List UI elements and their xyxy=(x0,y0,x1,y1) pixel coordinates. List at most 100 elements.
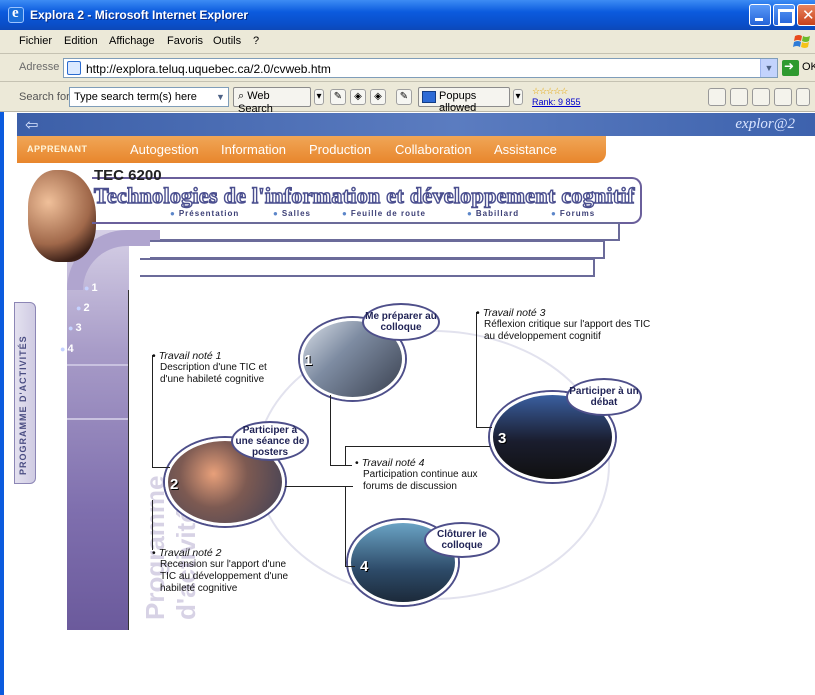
activity-3-bubble[interactable]: Participer à un débat xyxy=(566,378,642,416)
connector-line xyxy=(345,486,346,566)
programme-activites-tab[interactable]: PROGRAMME D'ACTIVITÉS xyxy=(14,302,36,484)
nav-autogestion[interactable]: Autogestion xyxy=(130,142,199,157)
submenu-babillard[interactable]: Babillard xyxy=(467,209,519,218)
activity-1-number: 1 xyxy=(304,352,313,369)
tool-icon[interactable]: ◈ xyxy=(370,89,386,105)
connector-line xyxy=(345,446,346,466)
toolbar-globe-icon[interactable] xyxy=(730,88,748,106)
search-input[interactable]: Type search term(s) here ▼ xyxy=(69,87,229,107)
activity-4-bubble[interactable]: Clôturer le colloque xyxy=(424,522,500,558)
toolbar-help-icon[interactable] xyxy=(796,88,810,106)
submenu-forums[interactable]: Forums xyxy=(551,209,595,218)
sidebar-item-1[interactable]: 1 xyxy=(84,282,97,294)
menu-outils[interactable]: Outils xyxy=(213,35,241,47)
activity-4-number: 4 xyxy=(360,558,369,575)
highlight-icon[interactable]: ✎ xyxy=(330,89,346,105)
note-2-text: Recension sur l'apport d'une TIC au déve… xyxy=(160,559,289,594)
page-icon xyxy=(67,61,81,75)
title-bar: Explora 2 - Microsoft Internet Explorer xyxy=(0,0,815,30)
pencil-icon[interactable]: ✎ xyxy=(396,89,412,105)
web-search-button[interactable]: ⌕ Web Search xyxy=(233,87,311,115)
connector-line xyxy=(345,566,355,567)
toolbar-menu-icon[interactable]: ▾ xyxy=(314,89,324,105)
go-button[interactable]: OK xyxy=(802,61,815,73)
rank-link[interactable]: Rank: 9 855 xyxy=(532,96,592,108)
sidebar-item-4[interactable]: 4 xyxy=(60,343,73,355)
address-dropdown-icon[interactable]: ▼ xyxy=(760,59,777,77)
note-4-text: Participation continue aux forums de dis… xyxy=(363,469,478,492)
maximize-button[interactable] xyxy=(773,4,795,26)
note-1-title[interactable]: Travail noté 1 xyxy=(152,350,292,362)
site-brand: explor@2 xyxy=(735,116,795,132)
site-header: ⇦ explor@2 xyxy=(17,113,815,136)
note-2-title[interactable]: Travail noté 2 xyxy=(152,547,302,559)
nav-production[interactable]: Production xyxy=(309,142,371,157)
activity-1-bubble[interactable]: Me préparer au colloque xyxy=(362,303,440,341)
popups-label: Popups allowed xyxy=(439,90,477,114)
note-3-title[interactable]: Travail noté 3 xyxy=(476,307,651,319)
search-label: Search for xyxy=(19,91,70,103)
activity-3-number: 3 xyxy=(498,430,507,447)
windows-logo-icon xyxy=(793,35,810,48)
note-4-title[interactable]: Travail noté 4 xyxy=(355,457,495,469)
search-placeholder[interactable]: Type search term(s) here xyxy=(74,91,197,103)
rank-widget[interactable]: ☆☆☆☆☆ Rank: 9 855 xyxy=(532,86,592,110)
search-toolbar: Search for Type search term(s) here ▼ ⌕ … xyxy=(0,82,815,115)
close-button[interactable] xyxy=(797,4,815,26)
sidebar-item-3[interactable]: 3 xyxy=(68,322,81,334)
nav-role: APPRENANT xyxy=(27,144,88,154)
connector-line xyxy=(476,427,492,428)
header-bar-3 xyxy=(140,258,595,277)
activities-column xyxy=(67,230,129,630)
connector-line xyxy=(330,465,352,466)
vertical-rule xyxy=(128,290,129,630)
nav-collaboration[interactable]: Collaboration xyxy=(395,142,472,157)
note-2: Travail noté 2 Recension sur l'apport d'… xyxy=(152,547,302,595)
activity-2-number: 2 xyxy=(170,476,179,493)
course-title: Technologies de l'information et dévelop… xyxy=(93,182,635,208)
course-code: TEC 6200 xyxy=(94,167,162,184)
address-url[interactable]: http://explora.teluq.uquebec.ca/2.0/cvwe… xyxy=(86,62,331,76)
popup-icon xyxy=(422,91,436,103)
search-dropdown-icon[interactable]: ▼ xyxy=(213,88,228,106)
nav-information[interactable]: Information xyxy=(221,142,286,157)
programme-tab-label: PROGRAMME D'ACTIVITÉS xyxy=(18,335,28,475)
address-label: Adresse xyxy=(19,61,60,73)
window-title: Explora 2 - Microsoft Internet Explorer xyxy=(30,8,249,22)
note-3: Travail noté 3 Réflexion critique sur l'… xyxy=(476,307,651,343)
back-arrow-icon[interactable]: ⇦ xyxy=(25,115,38,134)
nav-assistance[interactable]: Assistance xyxy=(494,142,557,157)
toolbar-app-icon[interactable] xyxy=(708,88,726,106)
popups-menu-icon[interactable]: ▾ xyxy=(513,89,523,105)
ie-icon xyxy=(8,5,24,23)
address-input[interactable]: http://explora.teluq.uquebec.ca/2.0/cvwe… xyxy=(63,58,778,78)
site-nav: APPRENANT Autogestion Information Produc… xyxy=(17,136,606,163)
connector-line xyxy=(285,486,353,487)
go-arrow-icon[interactable] xyxy=(782,59,799,76)
connector-line xyxy=(345,446,490,447)
menu-help[interactable]: ? xyxy=(253,35,259,47)
connector-line xyxy=(152,467,170,468)
rank-stars-icon: ☆☆☆☆☆ xyxy=(532,86,568,96)
note-1: Travail noté 1 Description d'une TIC et … xyxy=(152,350,292,386)
popups-button[interactable]: Popups allowed xyxy=(418,87,510,114)
menu-edition[interactable]: Edition xyxy=(64,35,98,47)
browser-window: Explora 2 - Microsoft Internet Explorer … xyxy=(0,0,815,695)
menu-bar: Fichier Edition Affichage Favoris Outils… xyxy=(0,30,815,54)
submenu-salles[interactable]: Salles xyxy=(273,209,311,218)
submenu-feuille-de-route[interactable]: Feuille de route xyxy=(342,209,426,218)
menu-favoris[interactable]: Favoris xyxy=(167,35,203,47)
minimize-button[interactable] xyxy=(749,4,771,26)
address-bar: Adresse http://explora.teluq.uquebec.ca/… xyxy=(0,54,815,82)
sidebar-item-2[interactable]: 2 xyxy=(76,302,89,314)
eraser-icon[interactable]: ◈ xyxy=(350,89,366,105)
header-bar-2 xyxy=(150,240,605,259)
toolbar-folder-icon[interactable] xyxy=(774,88,792,106)
menu-affichage[interactable]: Affichage xyxy=(109,35,155,47)
toolbar-page-icon[interactable] xyxy=(752,88,770,106)
note-4: Travail noté 4 Participation continue au… xyxy=(355,457,495,493)
note-3-text: Réflexion critique sur l'apport des TIC … xyxy=(484,319,651,342)
submenu-presentation[interactable]: Présentation xyxy=(170,209,239,218)
menu-fichier[interactable]: Fichier xyxy=(19,35,52,47)
activity-2-bubble[interactable]: Participer à une séance de posters xyxy=(231,421,309,461)
